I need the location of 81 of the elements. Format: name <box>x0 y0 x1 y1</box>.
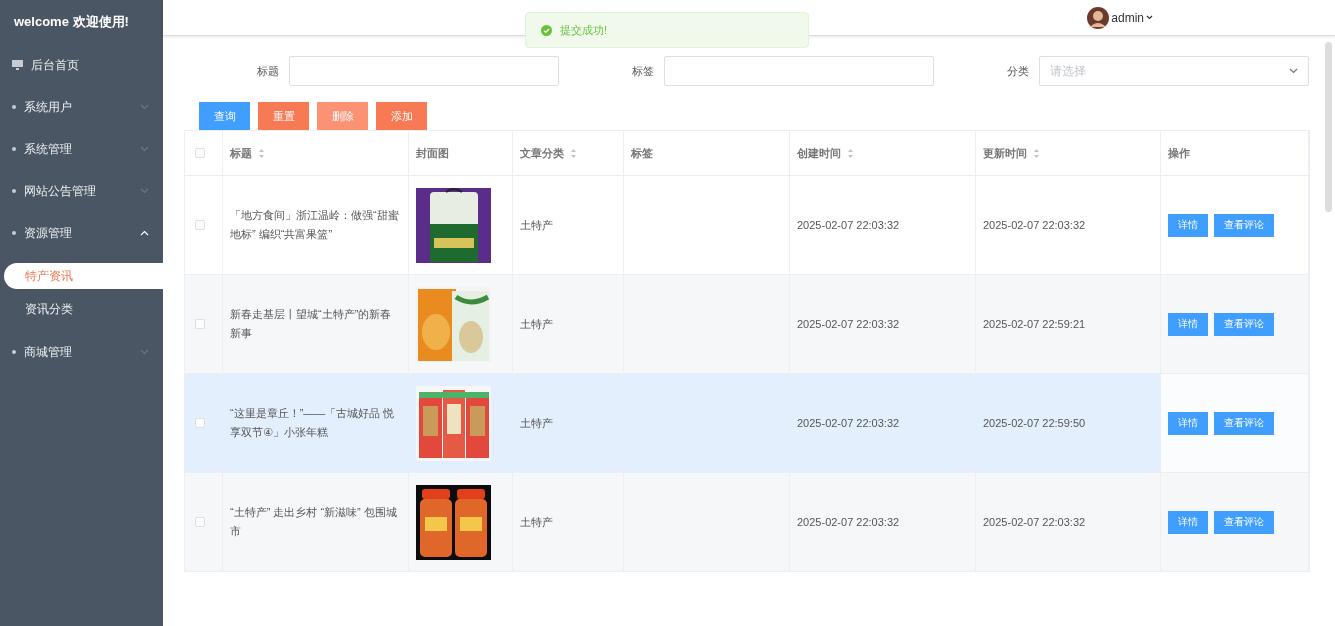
table-cell-text: 2025-02-07 22:59:21 <box>983 316 1086 332</box>
checkbox[interactable] <box>195 319 205 329</box>
table-cell-text: 2025-02-07 22:03:32 <box>797 316 900 332</box>
column-header: 标签 <box>631 145 653 161</box>
column-header: 更新时间 <box>983 145 1027 161</box>
chevron-down-icon <box>140 104 149 110</box>
chevron-down-icon <box>140 188 149 194</box>
monitor-icon <box>12 60 23 70</box>
chevron-down-icon <box>1289 68 1298 74</box>
table-cell-text: 2025-02-07 22:03:32 <box>797 415 900 431</box>
column-header: 标题 <box>230 145 252 161</box>
table-cell-text: 「地方食间」浙江温岭：做强“甜蜜地标” 编织“共富果篮” <box>230 208 400 242</box>
comments-button[interactable]: 查看评论 <box>1214 213 1274 237</box>
table-cell-text: 2025-02-07 22:03:32 <box>983 514 1086 530</box>
chevron-up-icon <box>140 230 149 236</box>
detail-button[interactable]: 详情 <box>1168 411 1208 435</box>
sort-icon[interactable] <box>1033 147 1040 159</box>
checkbox[interactable] <box>195 148 205 158</box>
menu-item[interactable]: 系统用户 <box>0 86 163 128</box>
column-header: 创建时间 <box>797 145 841 161</box>
comments-button[interactable]: 查看评论 <box>1214 510 1274 534</box>
bullet-icon <box>12 147 16 151</box>
table-cell-text: 2025-02-07 22:03:32 <box>983 217 1086 233</box>
table-cell-text: 土特产 <box>520 316 553 332</box>
bullet-icon <box>12 350 16 354</box>
sort-icon[interactable] <box>847 147 854 159</box>
checkbox[interactable] <box>195 517 205 527</box>
comments-button[interactable]: 查看评论 <box>1214 411 1274 435</box>
chevron-down-icon <box>140 146 149 152</box>
bullet-icon <box>12 105 16 109</box>
table-cell-text: 2025-02-07 22:03:32 <box>797 514 900 530</box>
detail-button[interactable]: 详情 <box>1168 510 1208 534</box>
bullet-icon <box>12 231 16 235</box>
scrollbar[interactable] <box>1325 42 1332 212</box>
table-cell-text: “这里是章丘！”——「古城好品 悦享双节④」小张年糕 <box>230 406 396 440</box>
category-select[interactable]: 请选择 <box>1039 56 1309 86</box>
field-label: 分类 <box>1007 63 1029 79</box>
field-label: 标签 <box>632 63 654 79</box>
menu-item[interactable]: 后台首页 <box>0 44 163 86</box>
menu-item[interactable]: 网站公告管理 <box>0 170 163 212</box>
action-button[interactable]: 查询 <box>199 102 250 130</box>
caret-icon <box>1146 15 1153 20</box>
welcome-text: welcome 欢迎使用! <box>13 13 130 31</box>
sort-icon[interactable] <box>570 147 577 159</box>
table-row[interactable]: “土特产” 走出乡村 “新滋味” 包围城市 土特产 2025-02-07 22:03:32 2025-02-07 22:03:32 详情 查看评论 <box>185 473 1309 572</box>
detail-button[interactable]: 详情 <box>1168 312 1208 336</box>
table-row[interactable]: 新春走基层丨望城“土特产”的新春新事 土特产 2025-02-07 22:03:32 2025-02-07 22:59:21 详情 查看评论 <box>185 275 1309 374</box>
table-cell-text: 2025-02-07 22:03:32 <box>797 217 900 233</box>
avatar <box>1087 6 1110 29</box>
menu-item[interactable]: 商城管理 <box>0 331 163 373</box>
check-circle-icon <box>541 24 552 36</box>
column-header: 文章分类 <box>520 145 564 161</box>
column-header: 操作 <box>1168 145 1190 161</box>
table-cell-text: 2025-02-07 22:59:50 <box>983 415 1086 431</box>
comments-button[interactable]: 查看评论 <box>1214 312 1274 336</box>
table-row[interactable]: “这里是章丘！”——「古城好品 悦享双节④」小张年糕 土特产 2025-02-07 22:03:32 2025-02-07 22:59:50 详情 查看评论 <box>185 374 1309 473</box>
column-header: 封面图 <box>416 145 449 161</box>
submenu-item[interactable]: 资讯分类 <box>4 296 163 322</box>
chevron-down-icon <box>140 349 149 355</box>
bullet-icon <box>12 189 16 193</box>
table-cell-text: 土特产 <box>520 217 553 233</box>
table-cell-text: 土特产 <box>520 415 553 431</box>
menu-item[interactable]: 系统管理 <box>0 128 163 170</box>
action-button[interactable]: 重置 <box>258 102 309 130</box>
table-cell-text: 土特产 <box>520 514 553 530</box>
action-button[interactable]: 添加 <box>376 102 427 130</box>
submenu-item[interactable]: 特产资讯 <box>4 263 163 289</box>
table-row[interactable]: 「地方食间」浙江温岭：做强“甜蜜地标” 编织“共富果篮” 土特产 2025-02-07 22:03:32 2025-02-07 22:03:32 详情 查看评论 <box>185 176 1309 275</box>
input-field[interactable] <box>664 56 934 86</box>
menu-item[interactable]: 资源管理 <box>0 212 163 254</box>
action-button[interactable]: 删除 <box>317 102 368 130</box>
input-field[interactable] <box>289 56 559 86</box>
field-label: 标题 <box>257 63 279 79</box>
success-toast: 提交成功! <box>525 12 809 48</box>
checkbox[interactable] <box>195 220 205 230</box>
table-cell-text: “土特产” 走出乡村 “新滋味” 包围城市 <box>230 505 398 539</box>
detail-button[interactable]: 详情 <box>1168 213 1208 237</box>
checkbox[interactable] <box>195 418 205 428</box>
sort-icon[interactable] <box>258 147 265 159</box>
table-cell-text: 新春走基层丨望城“土特产”的新春新事 <box>230 307 393 341</box>
user-menu[interactable]: admin <box>1087 6 1153 29</box>
